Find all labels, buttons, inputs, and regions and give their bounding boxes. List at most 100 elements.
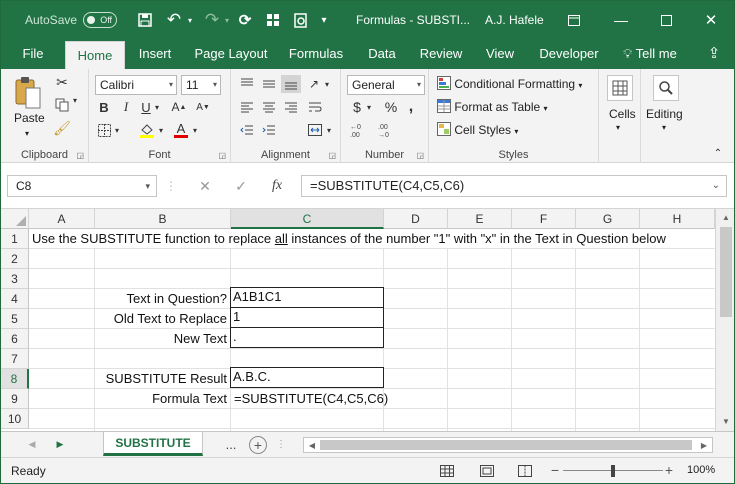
bottom-align-icon[interactable]	[281, 75, 301, 93]
scroll-thumb[interactable]	[720, 227, 732, 317]
cells-icon[interactable]	[607, 75, 633, 101]
tab-data[interactable]: Data	[361, 39, 403, 69]
row-header-10[interactable]: 10	[1, 409, 29, 429]
comma-button[interactable]: ,	[403, 98, 419, 116]
name-box-dropdown-icon[interactable]: ▾	[145, 176, 150, 196]
more-sheets-button[interactable]: ...	[223, 436, 239, 452]
cell-b5[interactable]: Old Text to Replace	[95, 309, 227, 329]
zoom-level[interactable]: 100%	[687, 464, 715, 476]
cell-a1[interactable]: Use the SUBSTITUTE function to replace a…	[32, 229, 714, 248]
autosave[interactable]: AutoSave Off	[25, 1, 118, 39]
paste-icon[interactable]	[11, 75, 45, 111]
ribbon-display-icon[interactable]	[566, 1, 582, 39]
refresh-icon[interactable]: ⟳	[235, 1, 255, 39]
cells-dropdown-icon[interactable]: ▾	[616, 123, 620, 132]
scroll-right-icon[interactable]: ▶	[698, 439, 710, 451]
editing-dropdown-icon[interactable]: ▾	[662, 123, 666, 132]
cell-c9[interactable]: =SUBSTITUTE(C4,C5,C6)	[234, 389, 388, 409]
font-size-combo[interactable]: 11 ▾	[181, 75, 221, 95]
cell-c5[interactable]: 1	[230, 307, 384, 328]
font-name-combo[interactable]: Calibri ▾	[95, 75, 177, 95]
italic-button[interactable]: I	[117, 98, 135, 116]
scroll-sheets-right-icon[interactable]: ▶	[53, 437, 67, 451]
row-header-2[interactable]: 2	[1, 249, 29, 269]
tab-developer[interactable]: Developer	[533, 39, 605, 69]
increase-indent-icon[interactable]	[259, 121, 279, 139]
zoom-slider-thumb[interactable]	[611, 465, 615, 477]
search-icon[interactable]	[653, 75, 679, 101]
insert-function-icon[interactable]: fx	[267, 177, 287, 195]
column-header-d[interactable]: D	[384, 209, 448, 229]
orientation-icon[interactable]: ↗	[305, 75, 323, 93]
customize-qat-icon[interactable]: ▾	[317, 1, 331, 39]
row-header-9[interactable]: 9	[1, 389, 29, 409]
tab-splitter-icon[interactable]: ⋮	[276, 436, 286, 452]
cell-b4[interactable]: Text in Question?	[95, 289, 227, 309]
font-color-dropdown-icon[interactable]: ▾	[191, 121, 199, 139]
underline-dropdown-icon[interactable]: ▾	[153, 98, 161, 116]
cell-styles-button[interactable]: Cell Styles ▾	[437, 122, 518, 137]
borders-dropdown-icon[interactable]: ▾	[113, 121, 121, 139]
orientation-dropdown-icon[interactable]: ▾	[323, 75, 331, 93]
horizontal-scrollbar[interactable]: ◀ ▶	[303, 437, 713, 453]
paste-dropdown-icon[interactable]: ▾	[25, 129, 29, 138]
paste-label[interactable]: Paste	[14, 111, 45, 125]
currency-dropdown-icon[interactable]: ▾	[365, 98, 373, 116]
percent-button[interactable]: %	[383, 98, 399, 116]
column-header-g[interactable]: G	[576, 209, 640, 229]
cut-icon[interactable]: ✂	[53, 73, 71, 91]
decrease-indent-icon[interactable]	[237, 121, 257, 139]
tab-insert[interactable]: Insert	[131, 39, 179, 69]
formula-input[interactable]: =SUBSTITUTE(C4,C5,C6) ⌄	[301, 175, 727, 197]
fill-color-icon[interactable]	[137, 121, 157, 139]
sheet-tab-substitute[interactable]: SUBSTITUTE	[103, 432, 203, 456]
normal-view-icon[interactable]	[439, 464, 455, 478]
cell-b9[interactable]: Formula Text	[95, 389, 227, 409]
grid-icon[interactable]	[263, 1, 283, 39]
save-icon[interactable]	[135, 1, 155, 39]
page-break-view-icon[interactable]	[517, 464, 533, 478]
restore-icon[interactable]	[658, 1, 674, 39]
align-right-icon[interactable]	[281, 98, 301, 116]
font-color-icon[interactable]: A	[171, 121, 191, 139]
row-header-6[interactable]: 6	[1, 329, 29, 349]
align-center-icon[interactable]	[259, 98, 279, 116]
collapse-ribbon-icon[interactable]: ⌃	[711, 147, 725, 159]
cell-b8[interactable]: SUBSTITUTE Result	[95, 369, 227, 389]
merge-center-icon[interactable]	[305, 121, 325, 139]
alignment-launcher-icon[interactable]: ◲	[328, 151, 336, 160]
print-preview-icon[interactable]	[291, 1, 311, 39]
formula-bar-splitter-icon[interactable]: ⋮	[161, 177, 181, 195]
align-left-icon[interactable]	[237, 98, 257, 116]
hscroll-thumb[interactable]	[320, 440, 692, 450]
editing-label[interactable]: Editing	[646, 107, 683, 121]
row-header-3[interactable]: 3	[1, 269, 29, 289]
cells-label[interactable]: Cells	[609, 107, 636, 121]
share-icon[interactable]: ⇪	[701, 39, 727, 69]
tab-review[interactable]: Review	[415, 39, 467, 69]
column-header-a[interactable]: A	[29, 209, 95, 229]
fill-color-dropdown-icon[interactable]: ▾	[157, 121, 165, 139]
number-format-dropdown-icon[interactable]: ▾	[417, 76, 421, 94]
scroll-down-icon[interactable]: ▼	[720, 415, 732, 427]
row-header-5[interactable]: 5	[1, 309, 29, 329]
conditional-formatting-button[interactable]: Conditional Formatting ▾	[437, 76, 582, 91]
column-header-f[interactable]: F	[512, 209, 576, 229]
minimize-icon[interactable]: —	[613, 1, 629, 39]
cell-b6[interactable]: New Text	[95, 329, 227, 349]
row-header-8[interactable]: 8	[1, 369, 29, 389]
zoom-in-icon[interactable]: +	[663, 462, 675, 478]
name-box[interactable]: C8 ▾	[7, 175, 157, 197]
row-header-7[interactable]: 7	[1, 349, 29, 369]
increase-font-icon[interactable]: A ▲	[169, 98, 189, 116]
tab-home[interactable]: Home	[65, 41, 125, 69]
column-header-c[interactable]: C	[231, 209, 384, 229]
number-format-combo[interactable]: General ▾	[347, 75, 425, 95]
vertical-scrollbar[interactable]: ▲ ▼	[715, 209, 734, 431]
column-header-e[interactable]: E	[448, 209, 512, 229]
row-header-4[interactable]: 4	[1, 289, 29, 309]
column-header-b[interactable]: B	[95, 209, 231, 229]
scroll-up-icon[interactable]: ▲	[720, 211, 732, 223]
close-icon[interactable]: ✕	[703, 1, 719, 39]
tab-tell-me[interactable]: 💡︎ Tell me	[615, 39, 685, 69]
